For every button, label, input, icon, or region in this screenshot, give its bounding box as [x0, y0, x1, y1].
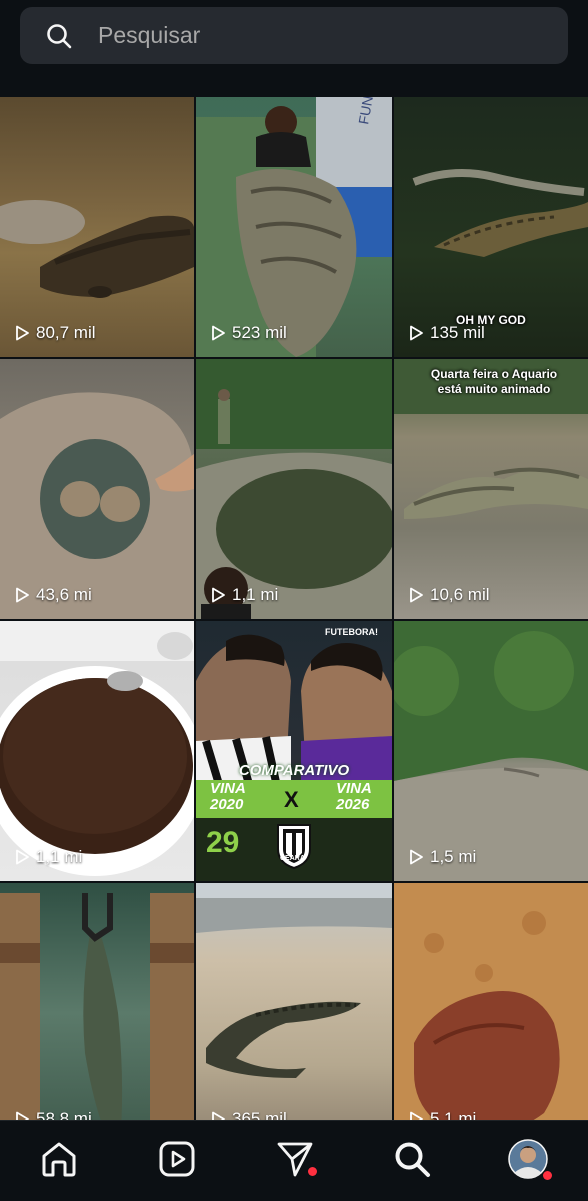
- tile-image: FUNO: [196, 97, 392, 357]
- overlay-caption: Quarta feira o Aquario está muito animad…: [430, 367, 558, 396]
- view-count: 135 mil: [408, 323, 485, 343]
- club-crest-label: CEARA: [280, 855, 305, 862]
- profile-avatar: [508, 1139, 548, 1179]
- bottom-navigation: [0, 1120, 588, 1201]
- view-count: 43,6 mi: [14, 585, 92, 605]
- club-crest-icon: [277, 824, 311, 869]
- play-icon: [16, 1111, 29, 1120]
- post-tile[interactable]: FUTEBORA! COMPARATIVO VINA 2020 X VINA 2…: [196, 621, 392, 881]
- left-label: VINA 2020: [210, 780, 246, 813]
- tile-image: [0, 893, 194, 1120]
- versus-label: X: [284, 787, 299, 812]
- nav-home[interactable]: [39, 1139, 79, 1179]
- tile-image: [0, 392, 194, 619]
- play-icon: [410, 325, 423, 341]
- nav-profile[interactable]: [508, 1139, 552, 1180]
- reel-tile[interactable]: 1,5 mi: [394, 621, 588, 881]
- reel-tile[interactable]: 1,1 mi: [0, 621, 194, 881]
- play-icon: [410, 587, 423, 603]
- reel-tile[interactable]: 1,1 mi: [196, 359, 392, 619]
- notification-dot: [543, 1171, 552, 1180]
- play-icon: [16, 849, 29, 865]
- play-icon: [212, 587, 225, 603]
- view-count: 80,7 mil: [14, 323, 96, 343]
- notification-dot: [308, 1167, 317, 1176]
- tile-image: [394, 883, 588, 1120]
- reel-tile[interactable]: FUNO 523 mil: [196, 97, 392, 357]
- nav-messages[interactable]: [275, 1139, 317, 1179]
- view-count: 10,6 mil: [408, 585, 490, 605]
- view-count: 1,5 mi: [408, 847, 476, 867]
- jersey-number: 29: [206, 826, 240, 859]
- tile-image: [196, 359, 392, 619]
- explore-grid: 80,7 mil FUNO 523 mil OH MY GOD 135 mil …: [0, 97, 588, 1120]
- search-input[interactable]: Pesquisar: [98, 22, 200, 49]
- search-icon: [47, 23, 72, 48]
- comparison-title: COMPARATIVO: [238, 762, 350, 779]
- play-icon: [410, 849, 423, 865]
- tile-image: [394, 621, 588, 881]
- view-count: 58,8 mi: [14, 1109, 92, 1120]
- tile-image: [0, 200, 194, 298]
- view-count: 1,1 mi: [14, 847, 82, 867]
- reel-tile[interactable]: 80,7 mil: [0, 97, 194, 357]
- reel-tile[interactable]: 58,8 mi: [0, 883, 194, 1120]
- tile-image: [0, 621, 194, 876]
- play-icon: [16, 325, 29, 341]
- right-label: VINA 2026: [336, 780, 372, 813]
- reel-tile[interactable]: 365 mil: [196, 883, 392, 1120]
- tile-image: [394, 359, 588, 519]
- view-count: 1,1 mi: [210, 585, 278, 605]
- reel-tile[interactable]: OH MY GOD 135 mil: [394, 97, 588, 357]
- play-icon: [212, 1111, 225, 1120]
- play-icon: [410, 1111, 423, 1120]
- view-count: 365 mil: [210, 1109, 287, 1120]
- view-count: 523 mil: [210, 323, 287, 343]
- view-count: 5,1 mi: [408, 1109, 476, 1120]
- search-bar[interactable]: Pesquisar: [20, 7, 568, 64]
- reel-tile[interactable]: Quarta feira o Aquario está muito animad…: [394, 359, 588, 619]
- tile-image: [196, 883, 392, 1078]
- play-icon: [212, 325, 225, 341]
- reel-tile[interactable]: 43,6 mi: [0, 359, 194, 619]
- reels-icon: [159, 1141, 195, 1177]
- reel-tile[interactable]: 5,1 mi: [394, 883, 588, 1120]
- nav-search[interactable]: [392, 1139, 432, 1179]
- search-header: Pesquisar: [0, 0, 588, 97]
- nav-reels[interactable]: [157, 1139, 197, 1179]
- home-icon: [42, 1142, 76, 1177]
- search-icon: [395, 1142, 430, 1177]
- play-icon: [16, 587, 29, 603]
